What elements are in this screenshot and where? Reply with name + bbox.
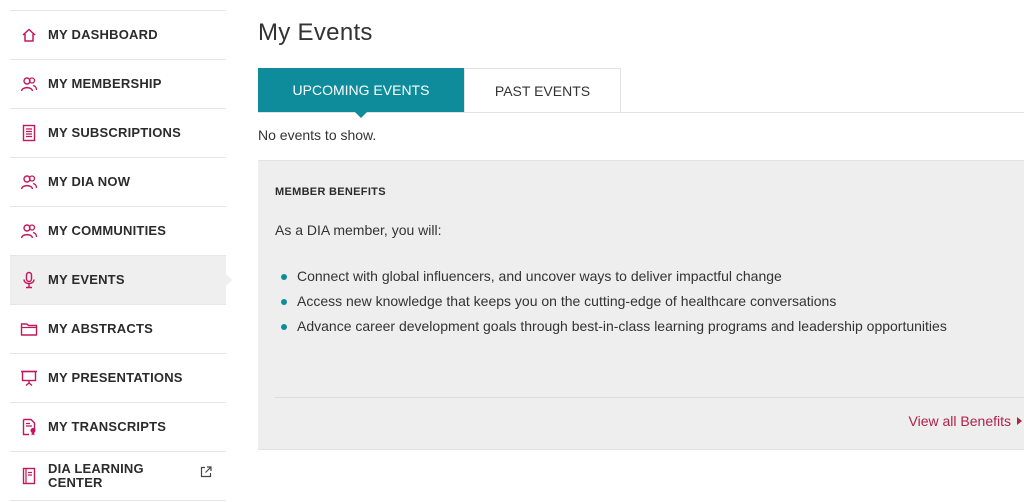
benefit-text: Advance career development goals through… [297,318,947,334]
bullet-icon [281,299,287,305]
list-item: Access new knowledge that keeps you on t… [275,290,1024,313]
sidebar-item-label: MY DIA NOW [48,174,131,189]
sidebar-item-communities[interactable]: MY COMMUNITIES [10,207,226,256]
sidebar-item-label: MY EVENTS [48,272,125,287]
events-tabs: UPCOMING EVENTS PAST EVENTS [258,68,1024,118]
document-icon [20,124,38,142]
sidebar-item-dashboard[interactable]: MY DASHBOARD [10,11,226,60]
sidebar-item-label: MY TRANSCRIPTS [48,419,167,434]
benefits-title: MEMBER BENEFITS [275,186,386,198]
list-item: Connect with global influencers, and unc… [275,265,1024,288]
bullet-icon [281,274,287,280]
presentation-icon [20,369,38,387]
view-all-benefits-label: View all Benefits [908,413,1011,429]
tab-upcoming-events[interactable]: UPCOMING EVENTS [258,68,464,118]
page-title: My Events [258,19,373,46]
sidebar-item-learning-center[interactable]: DIA LEARNING CENTER [10,452,226,501]
sidebar-item-label: MY DASHBOARD [48,27,158,42]
sidebar-item-label: MY SUBSCRIPTIONS [48,125,181,140]
sidebar-item-label: MY PRESENTATIONS [48,370,183,385]
members-icon [20,75,38,93]
tab-past-events[interactable]: PAST EVENTS [464,68,621,112]
book-icon [20,467,38,485]
sidebar-item-membership[interactable]: MY MEMBERSHIP [10,60,226,109]
sidebar-item-label: DIA LEARNING CENTER [48,461,144,490]
external-link-icon[interactable] [200,466,212,478]
members-icon [20,173,38,191]
sidebar-item-subscriptions[interactable]: MY SUBSCRIPTIONS [10,109,226,158]
divider [275,397,1024,398]
benefit-text: Connect with global influencers, and unc… [297,268,782,284]
sidebar-item-label: MY ABSTRACTS [48,321,153,336]
benefits-intro: As a DIA member, you will: [275,222,442,238]
microphone-icon [20,271,38,289]
account-page: MY DASHBOARD MY MEMBERSHIP MY SUBSCRIPTI… [0,0,1024,502]
caret-right-icon [1017,417,1022,425]
sidebar-item-label: MY COMMUNITIES [48,223,167,238]
list-item: Advance career development goals through… [275,315,1024,338]
view-all-benefits-link[interactable]: View all Benefits [909,413,1022,429]
sidebar-item-events[interactable]: MY EVENTS [10,256,232,305]
folder-icon [20,320,38,338]
certificate-icon [20,418,38,436]
sidebar-item-dia-now[interactable]: MY DIA NOW [10,158,226,207]
empty-events-message: No events to show. [258,127,377,143]
home-icon [20,26,38,44]
benefit-text: Access new knowledge that keeps you on t… [297,293,837,309]
members-icon [20,222,38,240]
member-benefits-panel: MEMBER BENEFITS As a DIA member, you wil… [258,160,1024,450]
bullet-icon [281,324,287,330]
sidebar-item-presentations[interactable]: MY PRESENTATIONS [10,354,226,403]
sidebar-item-transcripts[interactable]: MY TRANSCRIPTS [10,403,226,452]
sidebar-item-label: MY MEMBERSHIP [48,76,162,91]
sidebar-item-abstracts[interactable]: MY ABSTRACTS [10,305,226,354]
account-sidebar: MY DASHBOARD MY MEMBERSHIP MY SUBSCRIPTI… [10,10,232,501]
benefits-list: Connect with global influencers, and unc… [275,265,1024,340]
